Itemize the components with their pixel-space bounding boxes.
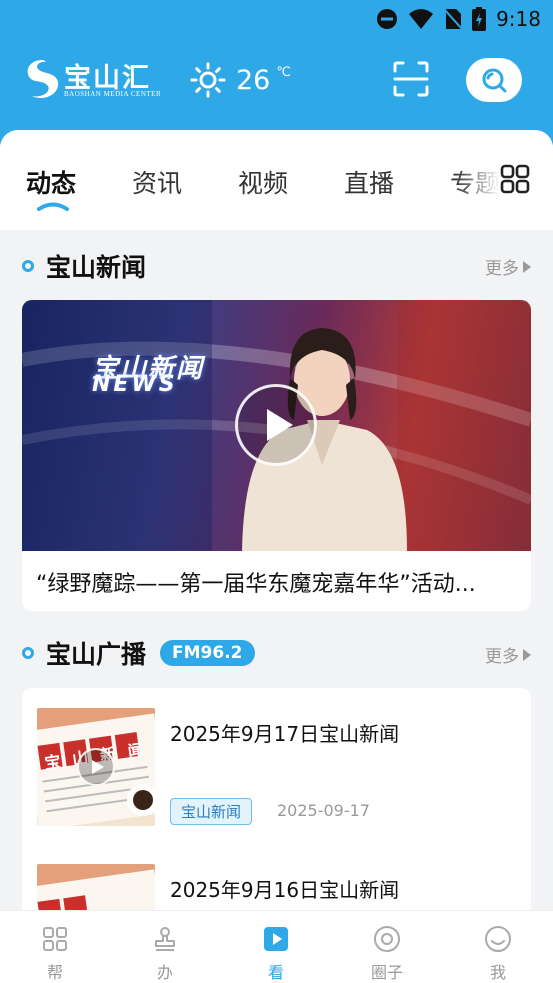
app-header: 9:18 宝山汇 BAOSHAN MEDIA CENTER 26 ℃ <box>0 0 553 145</box>
news-more-link[interactable]: 更多 <box>485 254 531 279</box>
search-icon <box>482 68 507 93</box>
wifi-icon <box>409 9 434 29</box>
battery-charging-icon <box>472 7 487 31</box>
play-icon <box>267 409 293 441</box>
grid-icon <box>43 927 67 951</box>
nav-label: 办 <box>156 963 173 982</box>
scan-button[interactable] <box>392 60 430 98</box>
radio-item-tag: 宝山新闻 <box>170 798 253 825</box>
thumb-char: 宝 <box>43 751 62 773</box>
play-icon <box>92 760 104 774</box>
list-item[interactable]: 2025年9月16日宝山新闻 <box>22 844 531 910</box>
no-sim-icon <box>444 8 463 30</box>
video-thumbnail[interactable]: 宝山新闻 NEWS <box>22 300 531 551</box>
radio-section-header: 宝山广播 FM96.2 <box>22 635 255 671</box>
fm-badge: FM96.2 <box>160 640 255 666</box>
stamp-icon <box>155 927 175 951</box>
smiley-icon <box>485 926 511 952</box>
search-button[interactable] <box>466 58 522 102</box>
radio-thumbnail[interactable]: 宝 山 新 闻 <box>37 708 155 826</box>
radio-section-title: 宝山广播 <box>46 640 147 669</box>
section-dot <box>22 260 34 272</box>
newspaper-illustration <box>37 864 155 910</box>
list-item[interactable]: 宝 山 新 闻 2025年9月17日宝山新闻 宝山新闻 2025-09-17 <box>22 688 531 828</box>
scan-icon <box>393 61 429 97</box>
weather-unit: ℃ <box>276 64 291 80</box>
dnd-icon <box>377 9 398 29</box>
play-icon <box>264 927 288 951</box>
play-button[interactable] <box>235 384 317 466</box>
video-caption: “绿野魔踪——第一届华东魔宠嘉年华”活动... <box>36 572 476 597</box>
news-section-header: 宝山新闻 <box>22 248 146 284</box>
nav-label: 我 <box>489 963 506 982</box>
radio-list-card: 宝 山 新 闻 2025年9月17日宝山新闻 宝山新闻 2025-09-17 2… <box>22 688 531 910</box>
nav-ban[interactable]: 办 <box>110 911 220 983</box>
thumb-play-button[interactable] <box>77 748 115 786</box>
news-section-title: 宝山新闻 <box>46 253 147 282</box>
target-icon <box>374 926 400 952</box>
all-categories-icon[interactable] <box>500 164 530 194</box>
radio-item-date: 2025-09-17 <box>277 801 370 820</box>
nav-wo[interactable]: 我 <box>443 911 553 983</box>
bottom-navigation: 帮 办 看 圈子 我 <box>0 910 553 983</box>
section-dot <box>22 647 34 659</box>
tab-zhibo[interactable]: 直播 <box>344 164 394 200</box>
main-panel: 动态 资讯 视频 直播 专题 宝山新闻 更多 <box>0 130 553 910</box>
sun-icon <box>190 62 226 98</box>
logo-subtext: BAOSHAN MEDIA CENTER <box>64 90 162 98</box>
category-tabs: 动态 资讯 视频 直播 专题 <box>0 130 553 230</box>
news-logo-en: NEWS <box>92 372 178 397</box>
nav-label: 看 <box>267 963 284 982</box>
nav-bang[interactable]: 帮 <box>0 911 110 983</box>
status-bar: 9:18 <box>0 0 553 38</box>
radio-thumbnail[interactable] <box>37 864 155 910</box>
weather-temperature: 26 <box>236 64 271 96</box>
logo-mark-icon <box>27 60 59 99</box>
nav-label: 帮 <box>46 963 63 982</box>
tab-dongtai[interactable]: 动态 <box>26 164 76 200</box>
app-logo: 宝山汇 BAOSHAN MEDIA CENTER <box>22 56 167 104</box>
triangle-right-icon <box>523 648 531 661</box>
weather-widget[interactable]: 26 ℃ <box>190 62 291 98</box>
tab-fade <box>455 150 500 210</box>
tab-zixun[interactable]: 资讯 <box>132 164 182 200</box>
thumb-char: 闻 <box>126 740 146 762</box>
active-tab-indicator <box>37 202 69 211</box>
nav-quanzi[interactable]: 圈子 <box>332 911 442 983</box>
nav-kan[interactable]: 看 <box>221 911 331 983</box>
more-label: 更多 <box>485 259 519 279</box>
radio-more-link[interactable]: 更多 <box>485 642 531 667</box>
triangle-right-icon <box>523 260 531 273</box>
status-time: 9:18 <box>496 7 541 31</box>
tab-shipin[interactable]: 视频 <box>238 164 288 200</box>
radio-item-title: 2025年9月17日宝山新闻 <box>170 722 400 746</box>
news-video-card[interactable]: 宝山新闻 NEWS “绿野魔踪——第一届华东魔宠嘉年华”活动... <box>22 300 531 611</box>
nav-label: 圈子 <box>370 963 403 982</box>
more-label: 更多 <box>485 647 519 667</box>
radio-item-title: 2025年9月16日宝山新闻 <box>170 878 400 902</box>
